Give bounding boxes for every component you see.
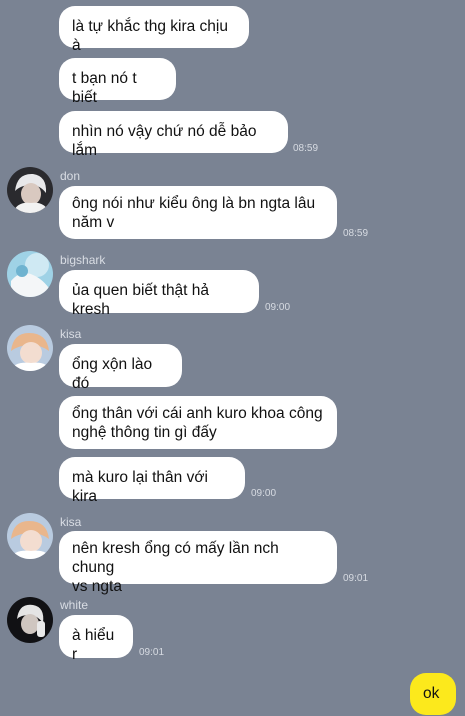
chat-conversation: là tự khắc thg kira chịu à t bạn nó t bi… <box>0 0 465 716</box>
message-timestamp: 09:00 <box>265 302 291 313</box>
avatar[interactable] <box>7 251 53 297</box>
sender-name: bigshark <box>60 253 106 267</box>
sender-name: kisa <box>60 327 82 341</box>
user-avatar-icon <box>7 325 53 371</box>
message-bubble[interactable]: ủa quen biết thật hả kresh <box>59 270 259 318</box>
message-bubble[interactable]: là tự khắc thg kira chịu à <box>59 6 249 54</box>
sender-name: don <box>60 169 81 183</box>
message-timestamp: 09:00 <box>251 488 277 499</box>
outgoing-message-bubble[interactable]: ok <box>410 673 456 715</box>
message-bubble[interactable]: à hiểu r <box>59 615 133 663</box>
user-avatar-icon <box>7 251 53 297</box>
avatar[interactable] <box>7 597 53 643</box>
message-timestamp: 08:59 <box>343 228 369 239</box>
avatar[interactable] <box>7 325 53 371</box>
message-timestamp: 09:01 <box>139 647 165 658</box>
user-avatar-icon <box>7 167 53 213</box>
message-bubble[interactable]: ổng xộn lào đó <box>59 344 182 392</box>
message-timestamp: 09:01 <box>343 573 369 584</box>
message-bubble[interactable]: ông nói như kiểu ông là bn ngta lâu năm … <box>59 186 337 239</box>
user-avatar-icon <box>7 513 53 559</box>
sender-name: kisa <box>60 515 82 529</box>
message-bubble[interactable]: mà kuro lại thân với kira <box>59 457 245 505</box>
message-timestamp: 08:59 <box>293 143 319 154</box>
message-bubble[interactable]: nên kresh ổng có mấy lần nch chung vs ng… <box>59 531 337 595</box>
sender-name: white <box>60 598 89 612</box>
message-bubble[interactable]: ổng thân với cái anh kuro khoa công nghệ… <box>59 396 337 449</box>
message-bubble[interactable]: nhìn nó vậy chứ nó dễ bảo lắm <box>59 111 288 159</box>
user-avatar-icon <box>7 597 53 643</box>
message-bubble[interactable]: t bạn nó t biết <box>59 58 176 106</box>
avatar[interactable] <box>7 513 53 559</box>
avatar[interactable] <box>7 167 53 213</box>
